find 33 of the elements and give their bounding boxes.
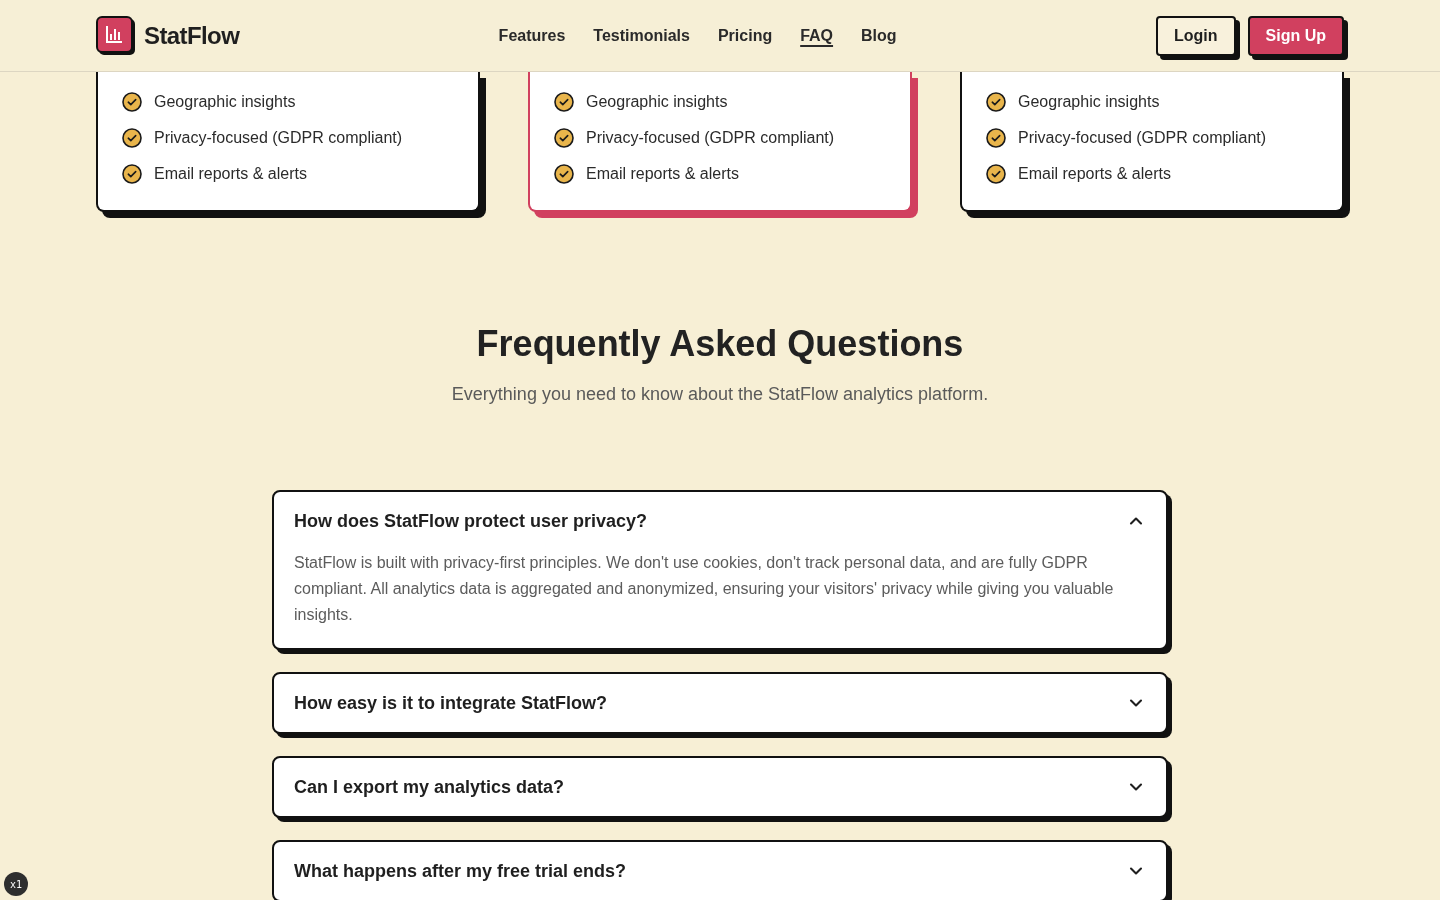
- nav-link[interactable]: Features: [498, 23, 566, 48]
- faq-question[interactable]: What happens after my free trial ends?: [274, 842, 1166, 900]
- faq-question[interactable]: How does StatFlow protect user privacy?: [274, 492, 1166, 550]
- feature-text: Geographic insights: [1018, 92, 1160, 112]
- brand-name: StatFlow: [144, 20, 240, 51]
- check-circle-icon: [122, 128, 142, 148]
- nav-link[interactable]: Testimonials: [593, 23, 690, 48]
- feature-text: Privacy-focused (GDPR compliant): [154, 128, 403, 148]
- feature-text: Email reports & alerts: [154, 164, 307, 184]
- faq-question[interactable]: How easy is it to integrate StatFlow?: [274, 674, 1166, 732]
- nav-link[interactable]: FAQ: [800, 23, 834, 48]
- faq-answer: StatFlow is built with privacy-first principles. We don't use cookies, don't track personal data, and are fully GDPR compliant. All analytics data is aggregated and anonymized, ensuring your visitors' privacy while giving you valuable insights.: [293, 553, 1115, 625]
- check-circle-icon: [986, 164, 1006, 184]
- bar-chart-icon: [96, 15, 136, 56]
- nav-link[interactable]: Pricing: [717, 23, 773, 48]
- check-circle-icon: [554, 128, 574, 148]
- feature-text: Email reports & alerts: [1018, 164, 1171, 184]
- feature-text: Privacy-focused (GDPR compliant): [1018, 128, 1267, 148]
- feature-text: Geographic insights: [154, 92, 296, 112]
- faq-question[interactable]: Can I export my analytics data?: [274, 758, 1166, 816]
- feature-text: Email reports & alerts: [586, 164, 739, 184]
- feature-text: Privacy-focused (GDPR compliant): [586, 128, 835, 148]
- check-circle-icon: [986, 92, 1006, 112]
- nav-link[interactable]: Blog: [861, 23, 897, 48]
- feature-text: Geographic insights: [586, 92, 728, 112]
- section-title: Frequently Asked Questions: [476, 324, 964, 364]
- zoom-badge: x1: [4, 872, 28, 896]
- check-circle-icon: [122, 92, 142, 112]
- check-circle-icon: [122, 164, 142, 184]
- check-circle-icon: [554, 92, 574, 112]
- check-circle-icon: [554, 164, 574, 184]
- section-subtitle: Everything you need to know about the StatFlow analytics platform.: [451, 383, 989, 406]
- check-circle-icon: [986, 128, 1006, 148]
